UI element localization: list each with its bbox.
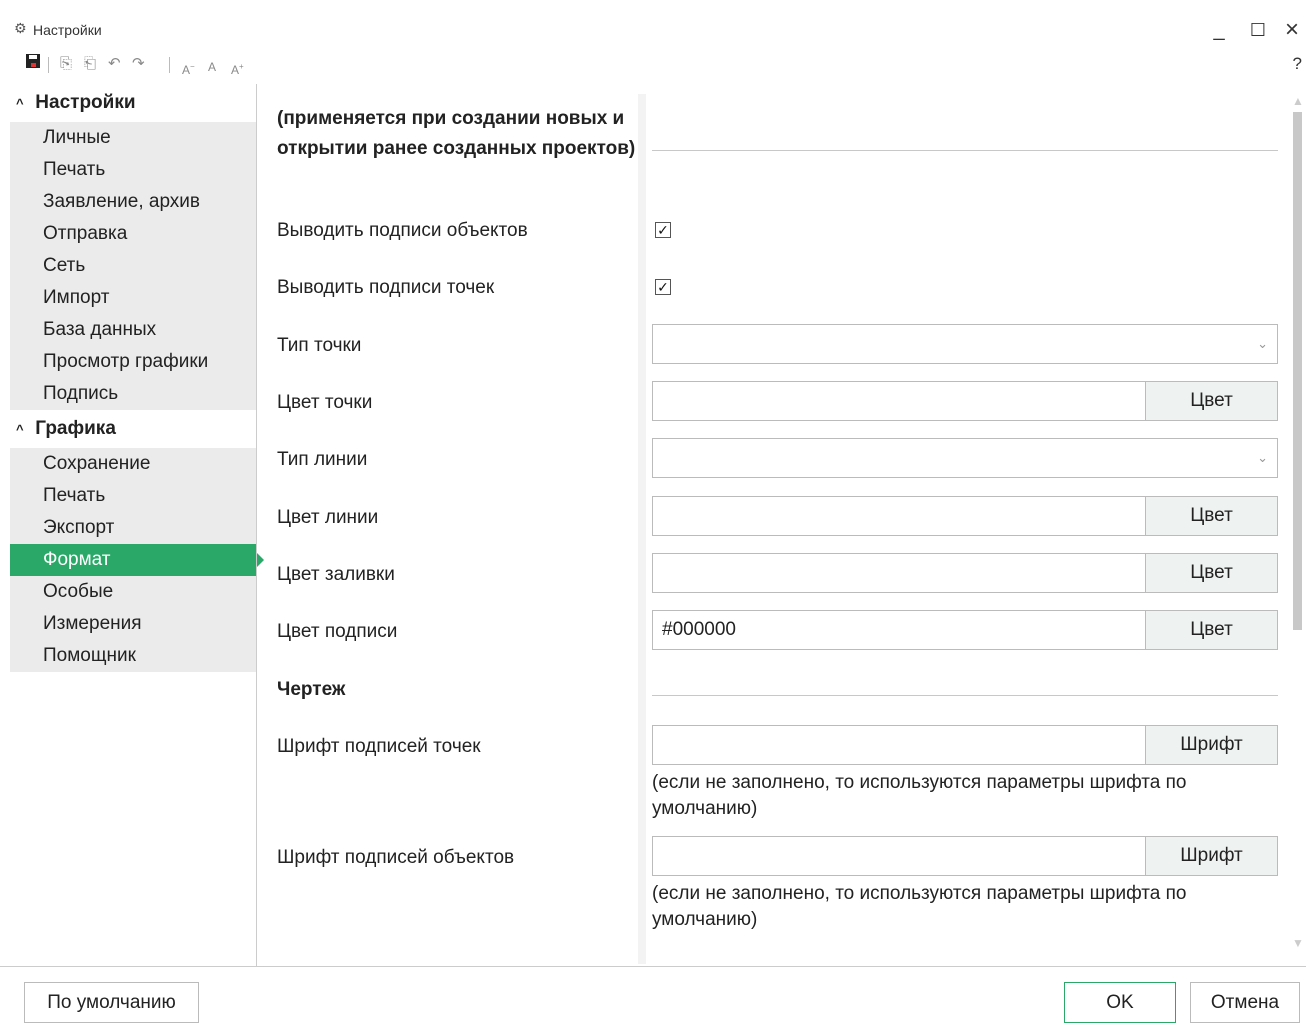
paste-icon[interactable]: ⎗	[84, 54, 96, 74]
save-icon[interactable]	[26, 54, 40, 74]
section-heading: (применяется при создании новых и открыт…	[277, 108, 636, 159]
drawing-rule	[652, 695, 1278, 696]
show-object-labels-checkbox[interactable]: ✓	[655, 222, 671, 238]
checkmark-icon: ✓	[657, 222, 669, 238]
section-rule	[652, 150, 1278, 151]
sidebar-group-graphics[interactable]: ^ Графика	[10, 410, 256, 448]
copy-icon[interactable]: ⎘	[60, 54, 72, 74]
cancel-button[interactable]: Отмена	[1190, 982, 1300, 1023]
format-settings-panel: (применяется при создании новых и открыт…	[257, 84, 1306, 966]
group-label: Графика	[35, 418, 116, 439]
sidebar-group-settings[interactable]: ^ Настройки	[10, 84, 256, 122]
point-label-font-input[interactable]	[652, 725, 1146, 765]
line-color-button[interactable]: Цвет	[1145, 496, 1278, 536]
show-point-labels-label: Выводить подписи точек	[277, 277, 495, 298]
sidebar-item-measurements[interactable]: Измерения	[10, 608, 256, 640]
point-label-font-hint: (если не заполнено, то используются пара…	[652, 772, 1187, 819]
sidebar-item-signature[interactable]: Подпись	[10, 378, 256, 410]
label-color-input[interactable]: #000000	[652, 610, 1146, 650]
line-type-select[interactable]: ⌄	[652, 438, 1278, 478]
content-scrollbar[interactable]: ▲ ▼	[1289, 84, 1306, 966]
fill-color-button[interactable]: Цвет	[1145, 553, 1278, 593]
chevron-down-icon: ⌄	[1257, 336, 1268, 351]
title-bar: ⚙ Настройки _ ☐ ×	[0, 0, 1306, 46]
line-type-label: Тип линии	[277, 449, 368, 470]
scrollbar-thumb[interactable]	[1293, 112, 1302, 630]
line-color-input[interactable]	[652, 496, 1146, 536]
point-color-label: Цвет точки	[277, 392, 373, 413]
font-increase-icon[interactable]: A+	[231, 57, 244, 80]
show-point-labels-checkbox[interactable]: ✓	[655, 279, 671, 295]
sidebar-item-format[interactable]: Формат	[10, 544, 264, 576]
defaults-button[interactable]: По умолчанию	[24, 982, 199, 1023]
drawing-heading: Чертеж	[277, 679, 346, 700]
redo-icon[interactable]: ↷	[132, 54, 145, 74]
label-color-button[interactable]: Цвет	[1145, 610, 1278, 650]
dialog-footer: По умолчанию OK Отмена	[0, 966, 1306, 1027]
point-type-label: Тип точки	[277, 335, 362, 356]
object-label-font-input[interactable]	[652, 836, 1146, 876]
font-reset-icon[interactable]: A	[208, 57, 216, 77]
sidebar-item-export[interactable]: Экспорт	[10, 512, 256, 544]
object-label-font-button[interactable]: Шрифт	[1145, 836, 1278, 876]
toolbar-separator	[169, 57, 170, 73]
toolbar: ⎘ ⎗ ↶ ↷ A− A A+ ?	[0, 52, 1306, 78]
point-label-font-label: Шрифт подписей точек	[277, 736, 481, 757]
sidebar-item-assistant[interactable]: Помощник	[10, 640, 256, 672]
minimize-button[interactable]: _	[1207, 18, 1231, 42]
sidebar-item-personal[interactable]: Личные	[10, 122, 256, 154]
sidebar-item-application-archive[interactable]: Заявление, архив	[10, 186, 256, 218]
column-divider	[638, 94, 646, 964]
chevron-down-icon: ⌄	[1257, 450, 1268, 465]
settings-sidebar: ^ Настройки Личные Печать Заявление, арх…	[10, 84, 264, 966]
sidebar-item-database[interactable]: База данных	[10, 314, 256, 346]
font-decrease-icon[interactable]: A−	[182, 57, 195, 80]
help-icon[interactable]: ?	[1293, 54, 1302, 74]
object-label-font-hint: (если не заполнено, то используются пара…	[652, 883, 1187, 930]
point-type-select[interactable]: ⌄	[652, 324, 1278, 364]
object-label-font-label: Шрифт подписей объектов	[277, 847, 515, 868]
line-color-label: Цвет линии	[277, 507, 379, 528]
scroll-down-icon[interactable]: ▼	[1292, 936, 1304, 950]
sidebar-item-graphics-view[interactable]: Просмотр графики	[10, 346, 256, 378]
fill-color-input[interactable]	[652, 553, 1146, 593]
window-title: Настройки	[33, 22, 102, 38]
sidebar-item-network[interactable]: Сеть	[10, 250, 256, 282]
label-color-label: Цвет подписи	[277, 621, 398, 642]
toolbar-separator	[48, 57, 49, 73]
fill-color-label: Цвет заливки	[277, 564, 395, 585]
scroll-up-icon[interactable]: ▲	[1292, 94, 1304, 108]
maximize-button[interactable]: ☐	[1246, 18, 1270, 42]
ok-button[interactable]: OK	[1064, 982, 1176, 1023]
sidebar-item-print[interactable]: Печать	[10, 154, 256, 186]
sidebar-item-sending[interactable]: Отправка	[10, 218, 256, 250]
sidebar-item-special[interactable]: Особые	[10, 576, 256, 608]
sidebar-item-saving[interactable]: Сохранение	[10, 448, 256, 480]
show-object-labels-label: Выводить подписи объектов	[277, 220, 528, 241]
close-button[interactable]: ×	[1280, 18, 1304, 42]
undo-icon[interactable]: ↶	[108, 54, 121, 74]
checkmark-icon: ✓	[657, 279, 669, 295]
sidebar-item-graphics-print[interactable]: Печать	[10, 480, 256, 512]
chevron-up-icon: ^	[16, 422, 24, 437]
point-color-button[interactable]: Цвет	[1145, 381, 1278, 421]
point-color-input[interactable]	[652, 381, 1146, 421]
group-label: Настройки	[35, 92, 136, 113]
gears-icon: ⚙	[14, 20, 27, 36]
chevron-up-icon: ^	[16, 96, 24, 111]
sidebar-item-import[interactable]: Импорт	[10, 282, 256, 314]
point-label-font-button[interactable]: Шрифт	[1145, 725, 1278, 765]
